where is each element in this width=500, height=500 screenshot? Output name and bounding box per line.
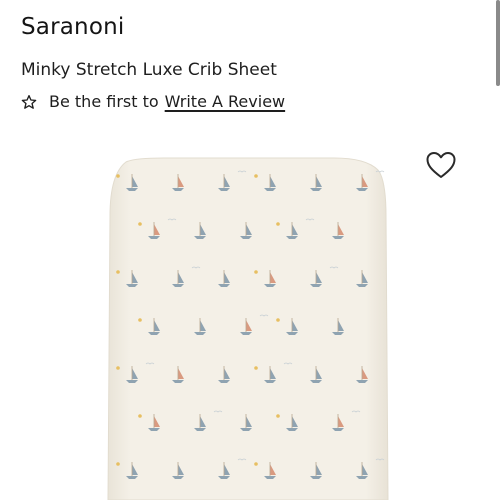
sun-dot [116, 270, 120, 274]
product-image[interactable] [104, 156, 392, 500]
sun-dot [116, 462, 120, 466]
scrollbar[interactable] [496, 0, 500, 86]
review-summary: Be the first to Write A Review [21, 92, 285, 111]
sun-dot [254, 462, 258, 466]
sun-dot [138, 414, 142, 418]
sun-dot [276, 414, 280, 418]
write-review-link[interactable]: Write A Review [165, 92, 285, 111]
crib-sheet-illustration [107, 157, 389, 500]
product-title: Minky Stretch Luxe Crib Sheet [21, 60, 277, 80]
product-page: Saranoni Minky Stretch Luxe Crib Sheet B… [0, 0, 500, 500]
sun-dot [138, 318, 142, 322]
sun-dot [276, 222, 280, 226]
sun-dot [116, 174, 120, 178]
sun-dot [254, 366, 258, 370]
brand-name[interactable]: Saranoni [21, 14, 124, 40]
heart-outline-icon [426, 152, 456, 178]
review-prefix-text: Be the first to [49, 92, 159, 111]
sun-dot [276, 318, 280, 322]
sun-dot [138, 222, 142, 226]
star-outline-icon [21, 94, 37, 110]
sun-dot [116, 366, 120, 370]
sun-dot [254, 174, 258, 178]
wishlist-button[interactable] [425, 150, 457, 180]
sun-dot [254, 270, 258, 274]
